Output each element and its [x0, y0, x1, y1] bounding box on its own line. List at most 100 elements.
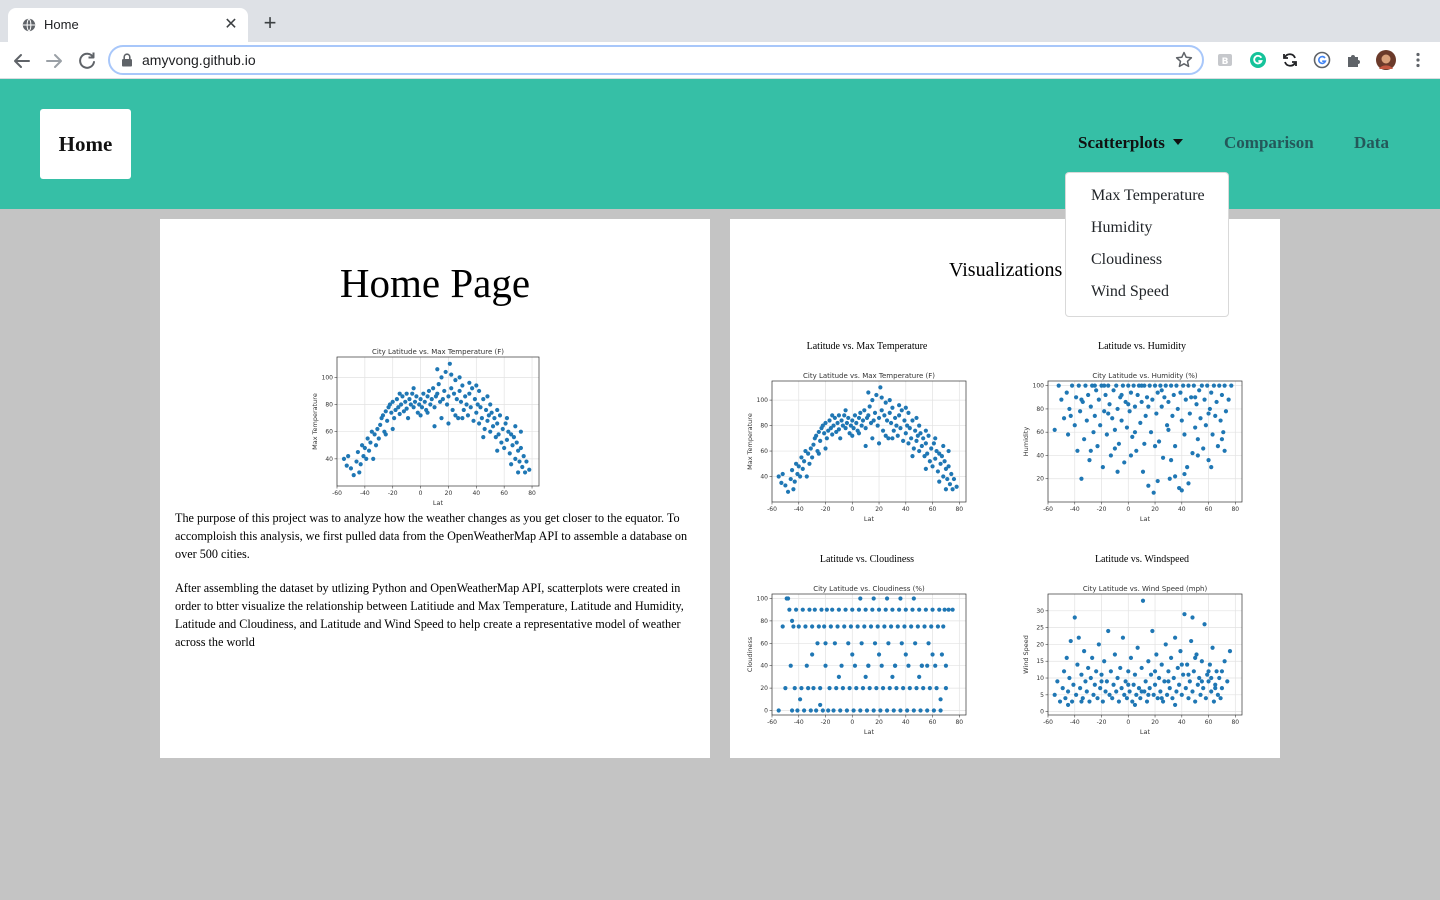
forward-arrow-icon[interactable] [41, 48, 67, 74]
nav-comparison-link[interactable]: Comparison [1224, 133, 1314, 153]
new-tab-icon[interactable]: + [258, 12, 282, 36]
data-point [1127, 409, 1132, 414]
data-point [1135, 645, 1140, 650]
data-point [446, 394, 451, 399]
data-point [842, 413, 847, 418]
data-point [1201, 446, 1206, 451]
data-point [891, 708, 896, 713]
data-point [1126, 669, 1131, 674]
data-point [1118, 665, 1123, 671]
grammarly-icon[interactable] [1249, 51, 1267, 69]
data-point [890, 405, 895, 410]
nav-data-link[interactable]: Data [1354, 133, 1389, 153]
address-bar[interactable]: amyvong.github.io [108, 45, 1204, 75]
data-point [842, 624, 847, 629]
data-point [1142, 441, 1147, 446]
data-point [1100, 699, 1105, 704]
data-point [938, 708, 943, 713]
y-tick-label: 100 [322, 374, 334, 381]
data-point [789, 468, 795, 473]
dropdown-item-max-temperature[interactable]: Max Temperature [1091, 187, 1205, 205]
data-point [446, 421, 451, 426]
browser-menu-icon[interactable] [1409, 51, 1427, 69]
data-point [1075, 662, 1080, 667]
data-point [1084, 418, 1089, 423]
chart-caption-humidity: Latitude vs. Humidity [1097, 341, 1187, 352]
data-point [811, 442, 816, 447]
data-point [410, 391, 415, 396]
data-point [404, 391, 409, 396]
sync-extension-icon[interactable] [1281, 51, 1299, 69]
data-point [941, 443, 946, 449]
data-point [902, 624, 907, 629]
close-tab-icon[interactable]: ✕ [222, 16, 240, 34]
data-point [1132, 672, 1138, 677]
data-point [1084, 689, 1089, 694]
data-point [780, 471, 785, 477]
dropdown-item-cloudiness[interactable]: Cloudiness [1091, 251, 1162, 269]
data-point [1067, 675, 1072, 681]
profile-avatar-icon[interactable] [1376, 50, 1396, 70]
data-point [854, 420, 859, 426]
data-point [876, 415, 882, 421]
data-point [390, 426, 395, 432]
data-point [404, 406, 409, 411]
data-point [797, 474, 803, 479]
data-point [418, 413, 423, 418]
data-point [1206, 458, 1211, 463]
data-point [504, 437, 510, 442]
data-point [950, 607, 955, 612]
data-point [1126, 682, 1131, 687]
data-point [411, 405, 416, 410]
data-point [836, 674, 841, 680]
extensions-puzzle-icon[interactable] [1345, 51, 1363, 69]
data-point [906, 441, 911, 446]
lock-icon [122, 53, 132, 67]
x-axis-label: Lat [433, 499, 444, 507]
chart-title: City Latitude vs. Max Temperature (F) [372, 348, 504, 356]
data-point [903, 652, 908, 657]
data-point [1209, 675, 1214, 681]
dropdown-item-wind-speed[interactable]: Wind Speed [1091, 283, 1169, 301]
data-point [1154, 652, 1159, 657]
data-point [1123, 679, 1128, 684]
data-point [835, 624, 840, 629]
data-point [1159, 662, 1164, 667]
data-point [898, 596, 903, 601]
home-brand-button[interactable]: Home [40, 109, 131, 179]
reader-extension-icon[interactable]: B [1216, 51, 1234, 69]
data-point [836, 413, 841, 418]
data-point [1174, 383, 1179, 388]
data-point [880, 686, 886, 691]
browser-tab-home[interactable]: Home ✕ [8, 8, 248, 42]
data-point [862, 408, 867, 413]
data-point [937, 607, 942, 612]
data-point [1134, 692, 1139, 697]
data-point [1139, 383, 1144, 388]
data-point [882, 624, 887, 629]
data-point [495, 407, 500, 413]
data-point [513, 424, 518, 429]
data-point [1100, 464, 1105, 470]
cloudiness-chart: City Latitude vs. Cloudiness (%) -60 -40 -2… [746, 585, 967, 736]
data-point [913, 428, 918, 433]
y-tick-label: 40 [760, 663, 768, 670]
data-point [1199, 383, 1204, 388]
back-arrow-icon[interactable] [9, 48, 35, 74]
data-point [1115, 406, 1120, 412]
data-point [467, 391, 472, 396]
data-point [378, 422, 383, 427]
data-point [934, 686, 939, 691]
intro-paragraph: The purpose of this project was to analy… [175, 511, 688, 561]
bookmark-star-icon[interactable] [1174, 50, 1194, 70]
data-point [483, 407, 489, 413]
reload-icon[interactable] [74, 48, 100, 74]
data-point [1190, 615, 1195, 620]
data-point [453, 377, 458, 383]
nav-scatterplots-dropdown[interactable]: Scatterplots [1078, 133, 1183, 153]
data-point [1174, 689, 1179, 694]
data-point [1065, 432, 1071, 437]
dropdown-item-humidity[interactable]: Humidity [1091, 219, 1152, 237]
data-point [949, 471, 954, 477]
google-extension-icon[interactable] [1313, 51, 1331, 69]
